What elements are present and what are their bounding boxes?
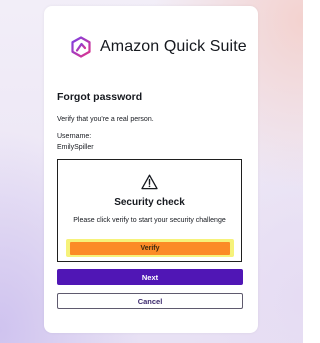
brand-header: Amazon Quick Suite: [70, 34, 247, 60]
username-label: Username:: [57, 133, 92, 140]
security-check-panel: Security check Please click verify to st…: [57, 159, 242, 262]
page-title: Forgot password: [57, 91, 143, 103]
security-check-description: Please click verify to start your securi…: [73, 217, 226, 224]
brand-name: Amazon Quick Suite: [100, 38, 247, 55]
username-value: EmilySpiller: [57, 144, 94, 151]
verify-button[interactable]: Verify: [70, 242, 230, 255]
cancel-button[interactable]: Cancel: [57, 293, 243, 309]
security-check-title: Security check: [114, 197, 185, 208]
warning-triangle-icon: [141, 174, 158, 195]
verify-instruction: Verify that you're a real person.: [57, 116, 154, 123]
next-button[interactable]: Next: [57, 269, 243, 285]
quick-suite-logo-icon: [70, 36, 92, 58]
forgot-password-card: Amazon Quick Suite Forgot password Verif…: [44, 6, 258, 333]
